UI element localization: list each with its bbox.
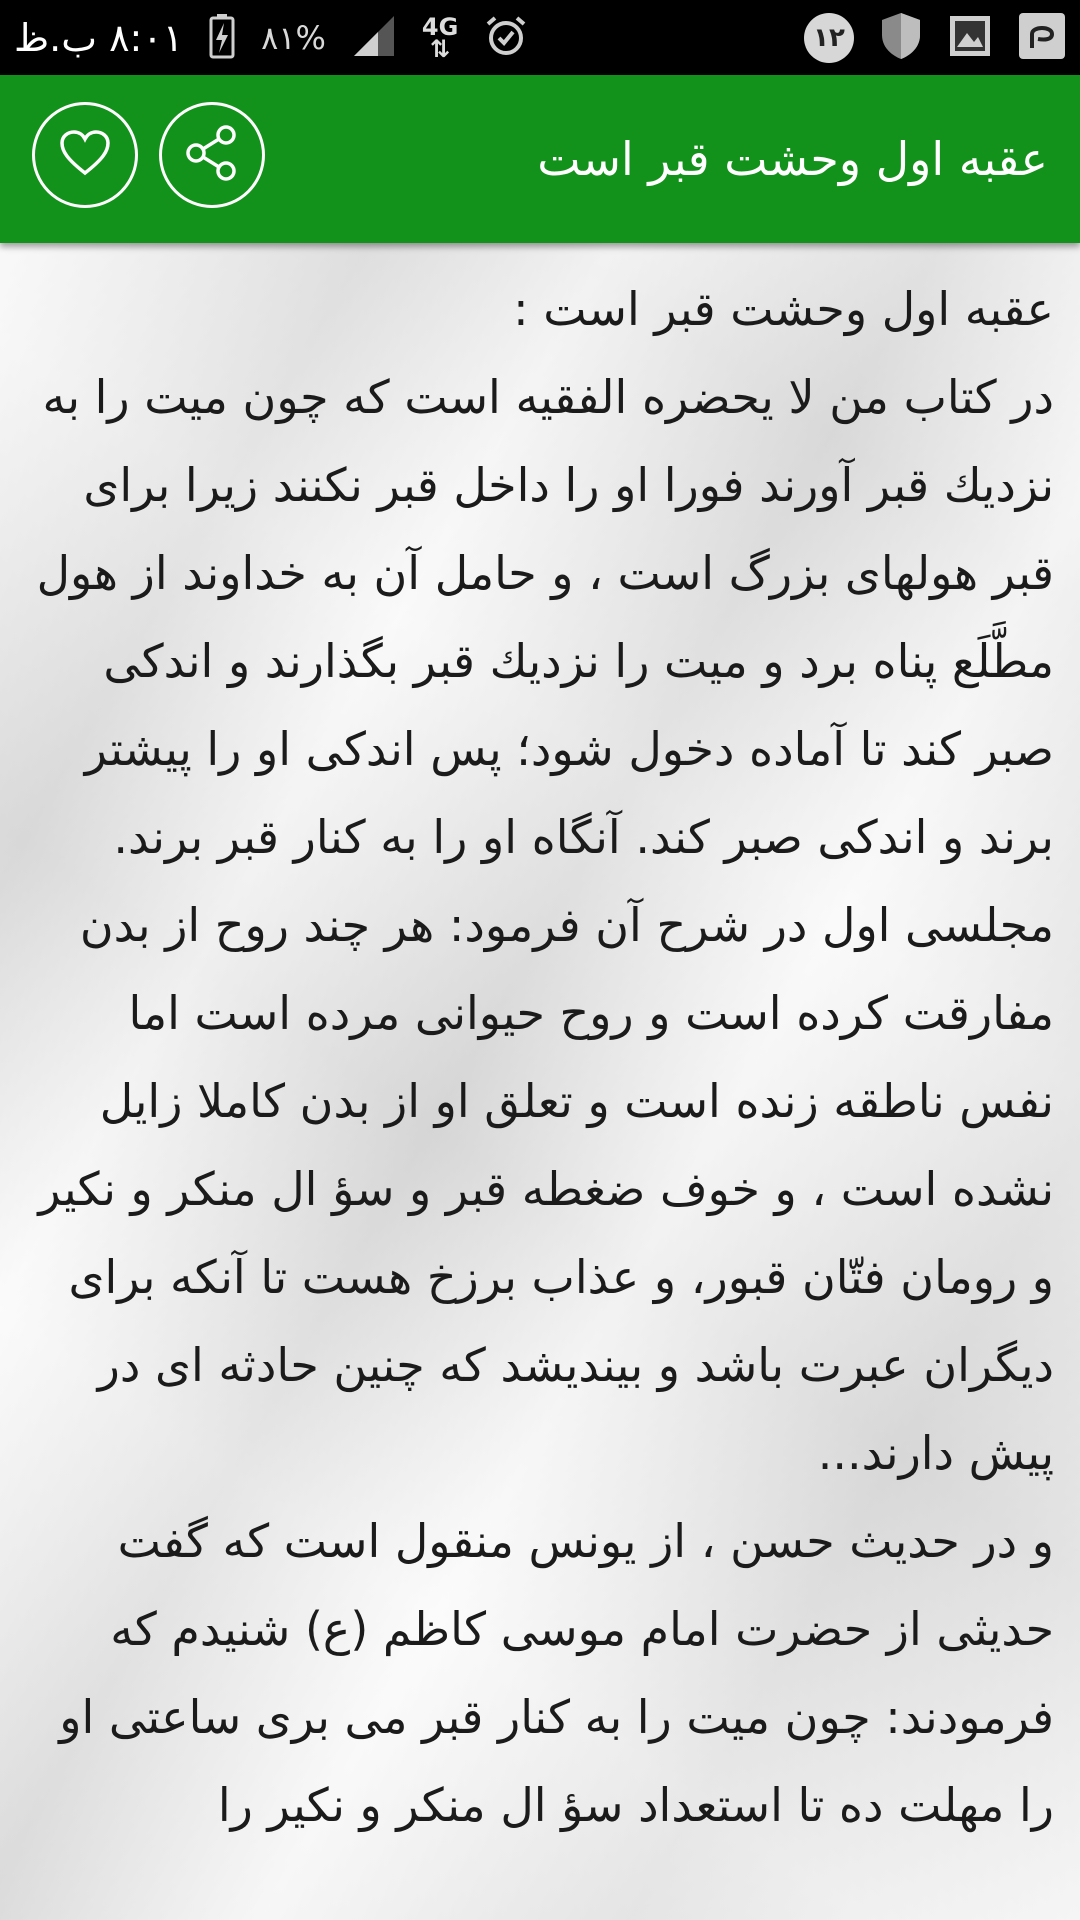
status-bar-left: ۸:۰۱ ب.ظ ۸۱% 4G ⇅ [14, 0, 528, 75]
shield-icon [880, 11, 922, 65]
battery-percent: ۸۱% [261, 18, 326, 57]
article-text: عقبه اول وحشت قبر است : در کتاب من لا يح… [36, 282, 1054, 1832]
app-notification-icon [1018, 12, 1066, 64]
favorite-button[interactable] [32, 102, 138, 208]
gallery-icon [948, 14, 992, 62]
article-container[interactable]: عقبه اول وحشت قبر است : در کتاب من لا يح… [0, 243, 1080, 1920]
page-title: عقبه اول وحشت قبر است [537, 132, 1048, 186]
app-bar: عقبه اول وحشت قبر است [0, 75, 1080, 243]
heart-icon [59, 129, 111, 181]
clock: ۸:۰۱ ب.ظ [14, 15, 184, 60]
alarm-icon [484, 14, 528, 62]
notification-badge: ۱۲ [804, 12, 854, 63]
battery-charging-icon [209, 13, 235, 63]
status-bar: ۸:۰۱ ب.ظ ۸۱% 4G ⇅ ۱۲ [0, 0, 1080, 75]
signal-icon [352, 14, 396, 62]
share-icon [180, 121, 244, 189]
status-bar-right: ۱۲ [804, 0, 1066, 75]
network-arrows-icon: 4G ⇅ [421, 12, 459, 63]
share-button[interactable] [159, 102, 265, 208]
